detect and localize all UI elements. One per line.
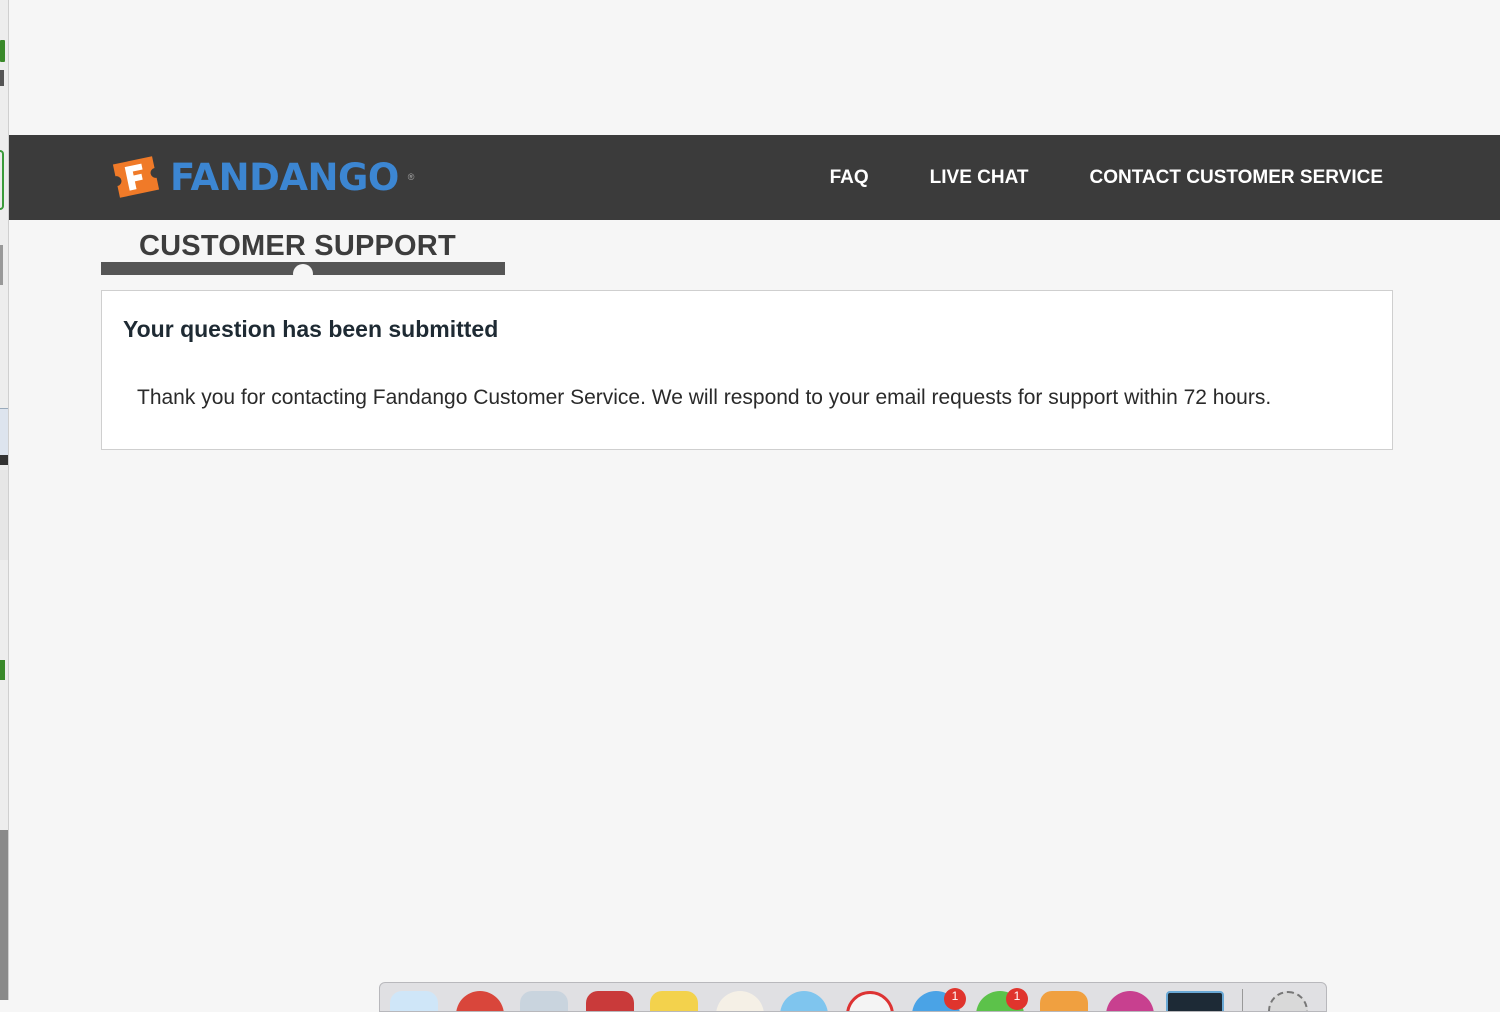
app-icon[interactable]	[1106, 991, 1154, 1011]
background-fragment	[0, 830, 8, 1000]
confirmation-heading: Your question has been submitted	[123, 316, 499, 342]
app-icon[interactable]	[520, 991, 568, 1011]
confirmation-panel: Your question has been submitted Thank y…	[101, 290, 1393, 450]
app-icon[interactable]	[1040, 991, 1088, 1011]
notification-badge: 1	[1006, 988, 1028, 1010]
background-fragment	[0, 408, 8, 458]
title-underline-notch	[293, 264, 313, 284]
finder-app-icon[interactable]	[390, 991, 438, 1011]
trash-icon[interactable]	[1268, 991, 1308, 1011]
app-icon[interactable]	[1166, 991, 1224, 1011]
notification-badge: 1	[944, 988, 966, 1010]
app-icon[interactable]	[846, 991, 894, 1011]
notes-app-icon[interactable]	[650, 991, 698, 1011]
background-window-edge	[0, 0, 9, 1000]
background-fragment	[0, 455, 8, 465]
app-icon[interactable]	[456, 991, 504, 1011]
nav-faq[interactable]: FAQ	[830, 167, 869, 189]
app-icon[interactable]	[716, 991, 764, 1011]
nav-contact-customer-service[interactable]: CONTACT CUSTOMER SERVICE	[1090, 167, 1383, 189]
browser-page: FANDANGO ® FAQ LIVE CHAT CONTACT CUSTOME…	[9, 0, 1500, 1000]
nav-live-chat[interactable]: LIVE CHAT	[930, 167, 1029, 189]
brand-name: FANDANGO	[170, 155, 399, 199]
background-fragment	[0, 660, 5, 680]
app-icon[interactable]	[780, 991, 828, 1011]
main-nav: FAQ LIVE CHAT CONTACT CUSTOMER SERVICE	[830, 135, 1383, 220]
confirmation-message: Thank you for contacting Fandango Custom…	[137, 386, 1272, 409]
app-icon[interactable]	[586, 991, 634, 1011]
background-fragment	[0, 40, 5, 62]
trademark-mark: ®	[407, 172, 415, 182]
dock: 1 1	[379, 982, 1327, 1012]
background-fragment	[0, 470, 8, 560]
section-header: CUSTOMER SUPPORT	[101, 226, 505, 284]
fandango-logo[interactable]: FANDANGO ®	[110, 152, 414, 202]
page-title: CUSTOMER SUPPORT	[139, 230, 456, 262]
top-spacer	[9, 0, 1500, 135]
background-fragment	[0, 245, 3, 285]
fandango-ticket-icon	[112, 156, 160, 198]
background-fragment	[0, 70, 4, 86]
background-fragment	[0, 150, 4, 210]
site-header: FANDANGO ® FAQ LIVE CHAT CONTACT CUSTOME…	[9, 135, 1500, 220]
dock-separator	[1242, 989, 1243, 1011]
